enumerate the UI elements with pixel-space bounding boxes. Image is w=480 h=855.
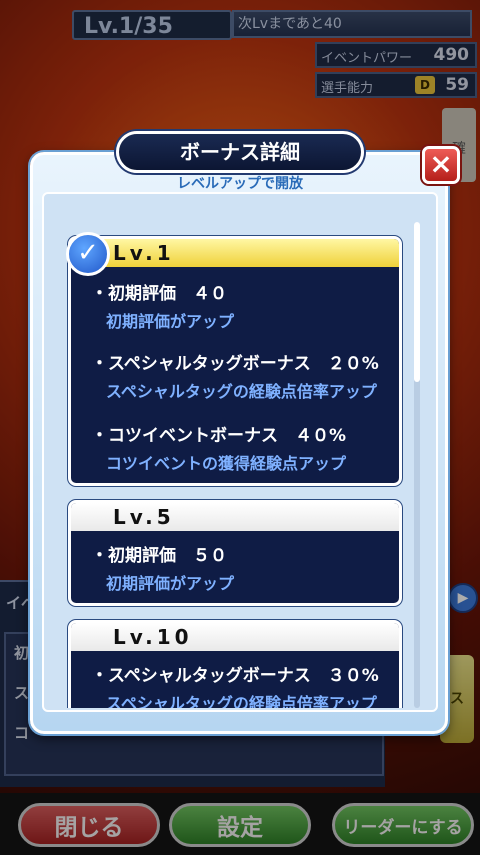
- bonus-item-desc: スペシャルタッグの経験点倍率アップ: [106, 694, 377, 708]
- bonus-item: ・初期評価 ４０ 初期評価がアップ: [91, 279, 234, 332]
- bonus-card-level: Lv.10: [71, 623, 399, 651]
- bonus-card-lv10: Lv.10 ・スペシャルタッグボーナス ３０% スペシャルタッグの経験点倍率アッ…: [68, 620, 402, 708]
- bonus-card-level: Lv.1: [71, 239, 399, 267]
- close-icon[interactable]: ×: [422, 146, 460, 184]
- bonus-item-title: ・スペシャルタッグボーナス ３０%: [91, 666, 379, 686]
- bonus-item-title: ・初期評価 ５０: [91, 546, 227, 566]
- bonus-item-title: ・スペシャルタッグボーナス ２０%: [91, 354, 379, 374]
- modal-subtitle: レベルアップで開放: [177, 176, 303, 192]
- bonus-item-desc: コツイベントの獲得経験点アップ: [106, 454, 347, 473]
- bonus-item-desc: スペシャルタッグの経験点倍率アップ: [106, 382, 377, 401]
- bonus-item: ・スペシャルタッグボーナス ２０% スペシャルタッグの経験点倍率アップ: [91, 349, 379, 402]
- bonus-item-title: ・コツイベントボーナス ４０%: [91, 426, 347, 446]
- modal-title: ボーナス詳細: [116, 131, 364, 173]
- bonus-item: ・コツイベントボーナス ４０% コツイベントの獲得経験点アップ: [91, 421, 346, 474]
- bonus-item-title: ・初期評価 ４０: [91, 284, 227, 304]
- bonus-item: ・スペシャルタッグボーナス ３０% スペシャルタッグの経験点倍率アップ: [91, 661, 379, 708]
- bonus-card-level: Lv.5: [71, 503, 399, 531]
- bonus-list[interactable]: Lv.1 ・初期評価 ４０ 初期評価がアップ ・スペシャルタッグボーナス ２０%…: [52, 218, 412, 708]
- check-icon: ✓: [66, 232, 110, 276]
- bonus-card-lv5: Lv.5 ・初期評価 ５０ 初期評価がアップ: [68, 500, 402, 606]
- bonus-item-desc: 初期評価がアップ: [106, 574, 235, 593]
- scrollbar-thumb[interactable]: [414, 222, 420, 382]
- bonus-item: ・初期評価 ５０ 初期評価がアップ: [91, 541, 234, 594]
- bonus-card-lv1: Lv.1 ・初期評価 ４０ 初期評価がアップ ・スペシャルタッグボーナス ２０%…: [68, 236, 402, 486]
- bonus-item-desc: 初期評価がアップ: [106, 312, 235, 331]
